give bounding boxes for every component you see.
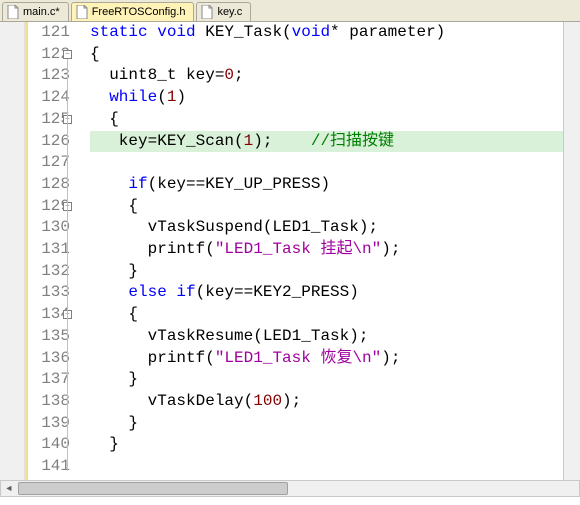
- code-line[interactable]: printf("LED1_Task 挂起\n");: [90, 239, 563, 261]
- code-line[interactable]: uint8_t key=0;: [90, 65, 563, 87]
- code-line[interactable]: key=KEY_Scan(1); //扫描按键: [90, 131, 563, 153]
- fold-column: −−−−: [62, 22, 76, 480]
- code-line[interactable]: {: [90, 44, 563, 66]
- scrollbar-thumb[interactable]: [18, 482, 288, 495]
- tab-bar: main.c* FreeRTOSConfig.h key.c: [0, 0, 580, 22]
- code-line[interactable]: [90, 456, 563, 478]
- vertical-scrollbar[interactable]: [563, 22, 580, 480]
- horizontal-scrollbar[interactable]: ◄: [0, 480, 580, 497]
- code-line[interactable]: {: [90, 304, 563, 326]
- code-area[interactable]: static void KEY_Task(void* parameter) { …: [90, 22, 563, 478]
- tab-label: main.c*: [23, 6, 60, 18]
- code-line[interactable]: static void KEY_Task(void* parameter): [90, 22, 563, 44]
- code-line[interactable]: {: [90, 109, 563, 131]
- editor: 1211221231241251261271281291301311321331…: [0, 22, 580, 480]
- tab-label: key.c: [217, 6, 242, 18]
- file-icon: [76, 5, 88, 19]
- code-line[interactable]: vTaskDelay(100);: [90, 391, 563, 413]
- code-line[interactable]: vTaskResume(LED1_Task);: [90, 326, 563, 348]
- scroll-left-icon[interactable]: ◄: [1, 481, 17, 496]
- change-marker: [25, 22, 28, 480]
- code-line[interactable]: while(1): [90, 87, 563, 109]
- code-line[interactable]: if(key==KEY_UP_PRESS): [90, 174, 563, 196]
- code-line[interactable]: }: [90, 413, 563, 435]
- file-icon: [201, 5, 213, 19]
- code-line[interactable]: [90, 152, 563, 174]
- line-margin: [0, 22, 25, 480]
- code-wrap: −−−− static void KEY_Task(void* paramete…: [76, 22, 563, 480]
- fold-guide: [67, 59, 68, 471]
- tab-main-c-[interactable]: main.c*: [2, 2, 69, 21]
- code-line[interactable]: }: [90, 434, 563, 456]
- fold-toggle-icon[interactable]: −: [63, 50, 72, 59]
- tab-label: FreeRTOSConfig.h: [92, 6, 186, 18]
- file-icon: [7, 5, 19, 19]
- code-line[interactable]: }: [90, 369, 563, 391]
- code-line[interactable]: }: [90, 261, 563, 283]
- code-line[interactable]: {: [90, 196, 563, 218]
- code-line[interactable]: else if(key==KEY2_PRESS): [90, 282, 563, 304]
- tab-key-c[interactable]: key.c: [196, 2, 251, 21]
- code-line[interactable]: vTaskSuspend(LED1_Task);: [90, 217, 563, 239]
- code-line[interactable]: printf("LED1_Task 恢复\n");: [90, 348, 563, 370]
- tab-freertosconfig-h[interactable]: FreeRTOSConfig.h: [71, 2, 195, 21]
